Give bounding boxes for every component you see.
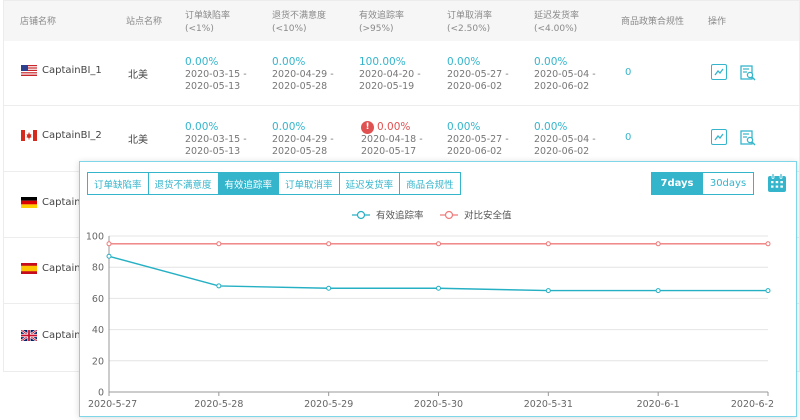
metric-order-cancel: 0.00% 2020-05-27 -2020-06-02 [447, 121, 509, 157]
data-point [326, 241, 332, 247]
series-line-0 [108, 255, 768, 292]
header-policy-compliance: 商品政策合规性 [621, 17, 685, 27]
data-point [326, 285, 332, 291]
y-tick-label: 0 [98, 388, 104, 399]
store-name: CaptainBI_2 [42, 130, 102, 141]
x-tick-label: 2020-6-2 [731, 399, 774, 410]
legend-swatch-marker [356, 210, 366, 220]
x-tick-label: 2020-5-29 [304, 399, 353, 410]
data-point [655, 288, 661, 294]
metric-order-defect: 0.00% 2020-03-15 -2020-05-13 [185, 56, 247, 92]
metric-valid-tracking: ! 0.00% 2020-04-18 -2020-05-17 [361, 120, 423, 157]
data-point [106, 241, 112, 247]
data-point [216, 283, 222, 289]
legend-label: 对比安全值 [464, 210, 512, 222]
site-name: 北美 [128, 135, 148, 146]
canada-flag-icon [21, 130, 37, 141]
data-point [545, 241, 551, 247]
policy-compliance-link[interactable]: 0 [625, 67, 631, 78]
x-tick-label: 2020-5-28 [194, 399, 243, 410]
data-point [765, 241, 771, 247]
table-row-store: CaptainB [21, 330, 87, 341]
tab-return-dissatisfaction[interactable]: 退货不满意度 [147, 172, 219, 195]
alert-icon: ! [361, 120, 374, 134]
range-toggle: 7days 30days [651, 172, 754, 195]
y-tick-label: 60 [92, 294, 104, 305]
alert-value: 0.00% [377, 121, 411, 133]
chart-trend-icon[interactable] [711, 129, 727, 145]
data-point [436, 285, 441, 291]
report-search-icon[interactable] [739, 64, 756, 81]
spain-flag-icon [21, 263, 37, 274]
header-return-dissatisfaction: 退货不满意度 (<10%) [272, 11, 327, 34]
header-late-shipment: 延迟发货率 (<4.00%) [534, 11, 580, 34]
data-point [216, 241, 222, 247]
range-7days-button[interactable]: 7days [651, 172, 703, 195]
tab-late-shipment[interactable]: 延迟发货率 [338, 172, 401, 195]
store-name: CaptainBI_1 [42, 65, 102, 76]
y-tick-label: 100 [86, 232, 104, 243]
data-point [545, 288, 551, 294]
metric-valid-tracking: 100.00% 2020-04-20 -2020-05-19 [359, 56, 421, 92]
metric-late-shipment: 0.00% 2020-05-04 -2020-06-02 [534, 56, 596, 92]
legend-label: 有效追踪率 [376, 210, 424, 222]
header-order-cancel: 订单取消率 (<2.50%) [447, 11, 493, 34]
y-tick-label: 40 [92, 325, 104, 336]
data-point [765, 288, 771, 294]
table-row-store: CaptainBI_1 [21, 65, 102, 76]
tab-order-defect[interactable]: 订单缺陷率 [87, 172, 149, 195]
legend-swatch-marker [444, 210, 454, 220]
row-divider [4, 105, 799, 106]
uk-flag-icon [21, 330, 37, 341]
header-actions: 操作 [708, 17, 727, 27]
header-store: 店铺名称 [20, 17, 57, 27]
germany-flag-icon [21, 197, 37, 208]
chart-trend-icon[interactable] [711, 64, 727, 80]
metric-late-shipment: 0.00% 2020-05-04 -2020-06-02 [534, 121, 596, 157]
data-point [436, 241, 441, 247]
y-tick-label: 80 [92, 263, 104, 274]
us-flag-icon [21, 65, 37, 76]
policy-compliance-link[interactable]: 0 [625, 132, 631, 143]
trend-chart-panel: 订单缺陷率 退货不满意度 有效追踪率 订单取消率 延迟发货率 商品合规性 7da… [79, 161, 797, 417]
data-point [106, 253, 112, 259]
data-point [655, 241, 661, 247]
range-30days-button[interactable]: 30days [702, 172, 754, 195]
table-row-store: CaptainB [21, 197, 87, 208]
x-tick-label: 2020-5-31 [524, 399, 573, 410]
calendar-icon[interactable] [767, 173, 787, 193]
metric-return-dissatisfaction: 0.00% 2020-04-29 -2020-05-28 [272, 121, 334, 157]
metric-order-cancel: 0.00% 2020-05-27 -2020-06-02 [447, 56, 509, 92]
header-order-defect: 订单缺陷率 (<1%) [185, 11, 231, 34]
table-row-store: CaptainB [21, 263, 87, 274]
table-header: 店铺名称 站点名称 订单缺陷率 (<1%) 退货不满意度 (<10%) 有效追踪率(… [4, 1, 799, 41]
metric-order-defect: 0.00% 2020-03-15 -2020-05-13 [185, 121, 247, 157]
report-search-icon[interactable] [739, 129, 756, 146]
x-tick-label: 2020-5-30 [414, 399, 463, 410]
metric-return-dissatisfaction: 0.00% 2020-04-29 -2020-05-28 [272, 56, 334, 92]
metric-tabs: 订单缺陷率 退货不满意度 有效追踪率 订单取消率 延迟发货率 商品合规性 [87, 172, 461, 195]
site-name: 北美 [128, 70, 148, 81]
tab-product-compliance[interactable]: 商品合规性 [399, 172, 461, 195]
tracking-rate-line-chart: 0 20 40 60 80 100 2020-5-27 2020-5-28 2020-5-29 2… [86, 210, 774, 411]
y-tick-label: 20 [92, 356, 104, 367]
x-tick-label: 2020-5-27 [88, 399, 137, 410]
header-valid-tracking: 有效追踪率 (>95%) [359, 11, 405, 34]
header-site: 站点名称 [126, 17, 163, 27]
table-row-store: CaptainBI_2 [21, 130, 102, 141]
tab-valid-tracking[interactable]: 有效追踪率 [217, 172, 280, 195]
tab-order-cancel[interactable]: 订单取消率 [278, 172, 340, 195]
x-tick-label: 2020-6-1 [637, 399, 680, 410]
